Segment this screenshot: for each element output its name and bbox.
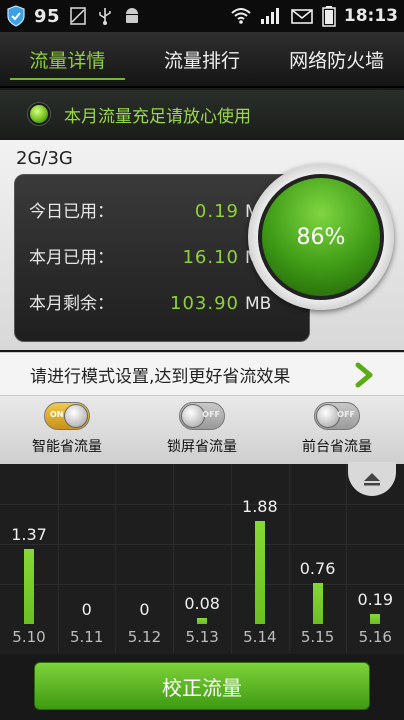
smart-saving-mode: ON 智能省流量 bbox=[12, 402, 122, 456]
lockscreen-saving-state: OFF bbox=[202, 410, 220, 419]
foreground-saving-mode: OFF 前台省流量 bbox=[282, 402, 392, 456]
month-remaining-row: 本月剩余： 103.90 MB bbox=[29, 289, 289, 314]
bar-value-label: 0 bbox=[139, 600, 150, 619]
tab-traffic-ranking[interactable]: 流量排行 bbox=[135, 32, 270, 86]
usage-gauge[interactable]: 86% bbox=[248, 164, 394, 310]
tip-text: 请进行模式设置,达到更好省流效果 bbox=[30, 366, 291, 387]
x-tick-label: 5.11 bbox=[70, 628, 104, 646]
bar-value-label: 0 bbox=[81, 600, 92, 619]
wifi-icon bbox=[231, 8, 251, 24]
month-remaining-value: 103.90 bbox=[170, 293, 239, 314]
traffic-stats-panel: 2G/3G 今日已用： 0.19 MB 本月已用： 16.10 MB 本月剩余：… bbox=[0, 140, 404, 350]
chart-bar-5.16 bbox=[370, 614, 381, 624]
usage-gauge-percent: 86% bbox=[258, 174, 384, 300]
foreground-saving-label: 前台省流量 bbox=[302, 439, 372, 455]
x-tick-label: 5.10 bbox=[12, 628, 46, 646]
chart-bar-5.14 bbox=[254, 521, 265, 624]
today-used-value: 0.19 bbox=[194, 201, 239, 222]
bottom-bar: 校正流量 bbox=[0, 654, 404, 720]
grid-line bbox=[0, 544, 404, 545]
eject-icon bbox=[364, 473, 380, 486]
bar-value-label: 0.19 bbox=[357, 590, 394, 609]
bar-value-label: 1.37 bbox=[11, 525, 47, 544]
x-tick-label: 5.16 bbox=[358, 628, 392, 646]
tab-bar: 流量详情 流量排行 网络防火墙 bbox=[0, 32, 404, 88]
today-used-label: 今日已用： bbox=[29, 202, 114, 222]
x-tick-label: 5.12 bbox=[127, 628, 162, 646]
android-icon bbox=[126, 8, 139, 23]
network-type-label: 2G/3G bbox=[16, 148, 73, 169]
chart-bar-5.10 bbox=[24, 549, 34, 624]
lockscreen-saving-toggle[interactable]: OFF bbox=[179, 402, 225, 430]
chevron-right-icon bbox=[355, 362, 373, 388]
mode-setting-tip[interactable]: 请进行模式设置,达到更好省流效果 bbox=[0, 352, 404, 396]
grid-line bbox=[0, 504, 404, 505]
battery-percent-text: 95 bbox=[34, 5, 61, 27]
x-tick-label: 5.15 bbox=[300, 628, 335, 646]
month-remaining-label: 本月剩余： bbox=[29, 294, 114, 314]
bar-value-label: 0.76 bbox=[299, 559, 336, 578]
status-bar: 95 18:13 bbox=[0, 0, 404, 32]
lockscreen-saving-label: 锁屏省流量 bbox=[167, 439, 237, 455]
sim-icon bbox=[70, 7, 86, 25]
smart-saving-label: 智能省流量 bbox=[32, 439, 102, 455]
chart-x-axis: 5.10 5.11 5.12 5.13 5.14 5.15 5.16 bbox=[0, 624, 404, 654]
status-indicator-icon bbox=[28, 103, 50, 125]
foreground-saving-toggle[interactable]: OFF bbox=[314, 402, 360, 430]
x-tick-label: 5.13 bbox=[185, 628, 219, 646]
foreground-saving-state: OFF bbox=[337, 410, 355, 419]
smart-saving-state: ON bbox=[50, 410, 64, 419]
x-tick-label: 5.14 bbox=[243, 628, 277, 646]
daily-usage-chart: 1.37 0 0 0.08 1.88 0.76 0.19 5.10 5.11 5.12 5.13 5.… bbox=[0, 462, 404, 664]
usb-icon bbox=[99, 8, 111, 25]
month-used-label: 本月已用： bbox=[29, 248, 114, 268]
shield-icon bbox=[7, 5, 25, 27]
battery-icon bbox=[322, 6, 336, 27]
lockscreen-saving-mode: OFF 锁屏省流量 bbox=[147, 402, 257, 456]
collapse-chart-button[interactable] bbox=[348, 462, 396, 496]
chart-bar-5.15 bbox=[312, 583, 323, 624]
bar-value-label: 1.88 bbox=[242, 497, 278, 516]
traffic-notice: 本月流量充足请放心使用 bbox=[0, 90, 404, 138]
mail-icon bbox=[291, 9, 313, 24]
calibrate-traffic-button[interactable]: 校正流量 bbox=[34, 662, 370, 710]
toggle-knob bbox=[64, 404, 88, 428]
smart-saving-toggle[interactable]: ON bbox=[44, 402, 90, 430]
month-remaining-unit: MB bbox=[245, 294, 272, 314]
bar-value-label: 0.08 bbox=[184, 594, 220, 613]
tab-traffic-details[interactable]: 流量详情 bbox=[0, 32, 135, 86]
clock-text: 18:13 bbox=[343, 6, 398, 26]
month-used-value: 16.10 bbox=[182, 247, 239, 268]
grid-line bbox=[0, 584, 404, 585]
tab-network-firewall[interactable]: 网络防火墙 bbox=[269, 32, 404, 86]
notice-text: 本月流量充足请放心使用 bbox=[64, 106, 251, 127]
saving-modes: ON 智能省流量 OFF 锁屏省流量 OFF 前台省流量 bbox=[0, 396, 404, 464]
signal-icon bbox=[260, 8, 279, 24]
